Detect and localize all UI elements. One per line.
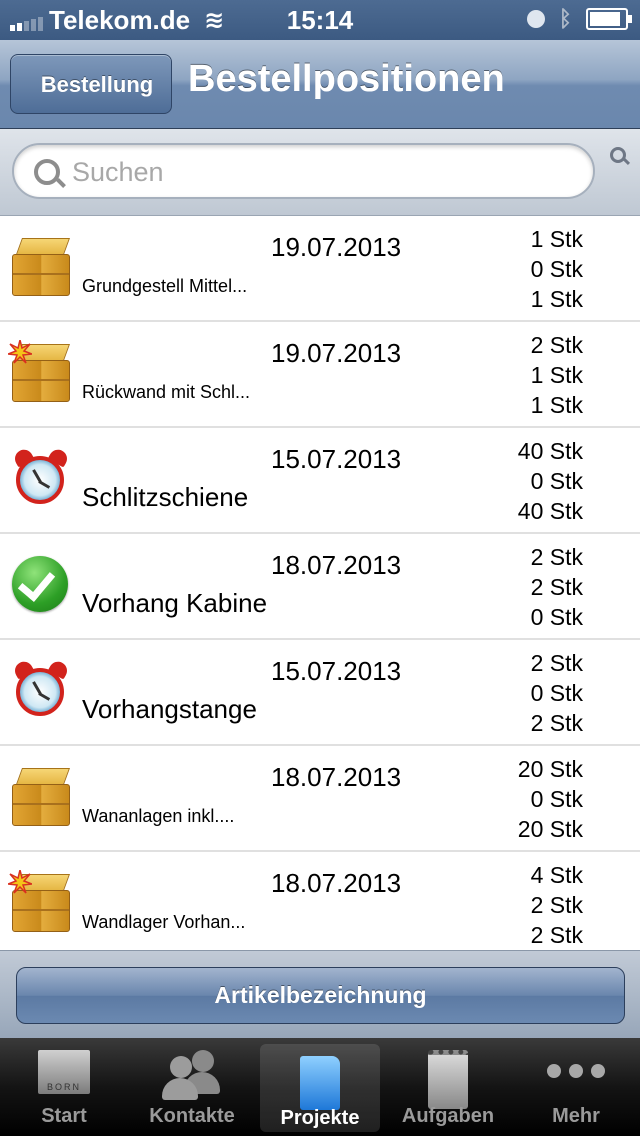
sort-by-article-button[interactable]: Artikelbezeichnung [16,967,625,1024]
item-quantity: 0 Stk [530,256,583,282]
item-quantity: 1 Stk [530,362,583,388]
clock-icon [526,10,545,28]
item-quantity: 2 Stk [530,332,583,358]
back-button[interactable]: Bestellung [10,54,172,114]
package-icon [12,768,71,826]
package-icon [12,238,71,296]
status-right-icons: ᛒ [526,6,632,32]
more-dots-icon [547,1064,605,1078]
item-quantity: 2 Stk [530,892,583,918]
item-quantity: 0 Stk [530,680,583,706]
projects-book-icon [300,1056,340,1110]
tab-start[interactable]: Start [0,1038,128,1136]
item-quantity: 2 Stk [530,650,583,676]
list-item[interactable]: 18.07.2013 Wananlagen inkl.... 20 Stk 0 Stk… [0,746,640,852]
item-name: Wandlager Vorhan... [82,912,246,932]
item-quantity: 2 Stk [530,710,583,736]
tab-aufgaben[interactable]: Aufgaben [384,1038,512,1136]
tab-kontakte[interactable]: Kontakte [128,1038,256,1136]
item-date: 18.07.2013 [271,550,402,580]
item-quantities: 20 Stk 0 Stk 20 Stk [518,754,583,844]
search-input[interactable] [70,151,574,193]
item-date: 18.07.2013 [271,868,402,898]
tab-mehr[interactable]: Mehr [512,1038,640,1136]
item-quantity: 2 Stk [530,544,583,570]
tab-label: Mehr [552,1105,600,1127]
list-item[interactable]: 19.07.2013 Rückwand mit Schl... 2 Stk 1 Stk… [0,322,640,428]
item-quantity: 0 Stk [530,786,583,812]
package-new-icon [8,340,71,402]
item-name: Schlitzschiene [82,482,249,512]
item-date: 19.07.2013 [271,232,402,262]
item-name: Grundgestell Mittel... [82,276,248,296]
list-item[interactable]: 19.07.2013 Grundgestell Mittel... 1 Stk 0 S… [0,216,640,322]
item-date: 18.07.2013 [271,762,402,792]
item-name: Wananlagen inkl.... [82,806,235,826]
navigation-bar: Bestellung Bestellpositionen [0,40,640,129]
item-quantity: 0 Stk [530,468,583,494]
item-quantity: 1 Stk [530,392,583,418]
tab-label: Projekte [280,1107,360,1129]
item-quantities: 40 Stk 0 Stk 40 Stk [518,436,583,526]
battery-icon [586,8,632,30]
tab-projekte[interactable]: Projekte [260,1044,380,1132]
action-bar: Artikelbezeichnung [0,950,640,1039]
checkmark-icon [12,556,70,614]
item-quantity: 40 Stk [517,438,583,464]
tab-label: Start [41,1105,87,1127]
notepad-icon [428,1050,468,1109]
status-bar: Telekom.de ≋ 15:14 ᛒ [0,0,640,40]
list-item[interactable]: 18.07.2013 Wandlager Vorhan... 4 Stk 2 Stk 2… [0,852,640,950]
item-quantity: 20 Stk [517,816,583,842]
item-date: 15.07.2013 [271,444,402,474]
item-date: 19.07.2013 [271,338,402,368]
item-quantity: 1 Stk [530,286,583,312]
item-date: 15.07.2013 [271,656,402,686]
list-item[interactable]: 15.07.2013 Vorhangstange 2 Stk 0 Stk 2 Stk [0,640,640,746]
item-quantity: 0 Stk [530,604,583,630]
package-new-icon [8,870,71,932]
list-item[interactable]: 15.07.2013 Schlitzschiene 40 Stk 0 Stk 40 St… [0,428,640,534]
item-name: Vorhang Kabine [82,588,268,618]
alarm-clock-icon [11,658,71,720]
item-quantities: 2 Stk 1 Stk 1 Stk [531,330,583,420]
born-logo-icon [38,1050,90,1094]
item-quantity: 4 Stk [530,862,583,888]
item-quantities: 1 Stk 0 Stk 1 Stk [531,224,583,314]
page-title: Bestellpositionen [188,58,505,100]
back-button-label: Bestellung [40,72,154,97]
item-quantity: 40 Stk [517,498,583,524]
bluetooth-icon: ᛒ [558,6,572,31]
search-field[interactable] [12,143,595,199]
item-quantities: 2 Stk 2 Stk 0 Stk [531,542,583,632]
tab-label: Kontakte [149,1105,235,1127]
search-bar [0,129,640,216]
item-quantity: 2 Stk [530,574,583,600]
tab-bar: Start Kontakte Projekte Aufgaben Mehr [0,1038,640,1136]
item-quantity: 2 Stk [530,922,583,948]
tab-label: Aufgaben [401,1105,495,1127]
alarm-clock-icon [11,446,71,508]
item-name: Rückwand mit Schl... [82,382,251,402]
item-quantities: 2 Stk 0 Stk 2 Stk [531,648,583,738]
order-position-list: 19.07.2013 Grundgestell Mittel... 1 Stk 0 S… [0,216,640,950]
item-quantities: 4 Stk 2 Stk 2 Stk [531,860,583,950]
list-item[interactable]: 18.07.2013 Vorhang Kabine 2 Stk 2 Stk 0 Stk [0,534,640,640]
item-quantity: 20 Stk [517,756,583,782]
item-quantity: 1 Stk [530,226,583,252]
index-search-icon[interactable] [610,147,626,163]
item-name: Vorhangstange [82,694,257,724]
contacts-icon [162,1050,222,1100]
search-icon [34,159,60,185]
